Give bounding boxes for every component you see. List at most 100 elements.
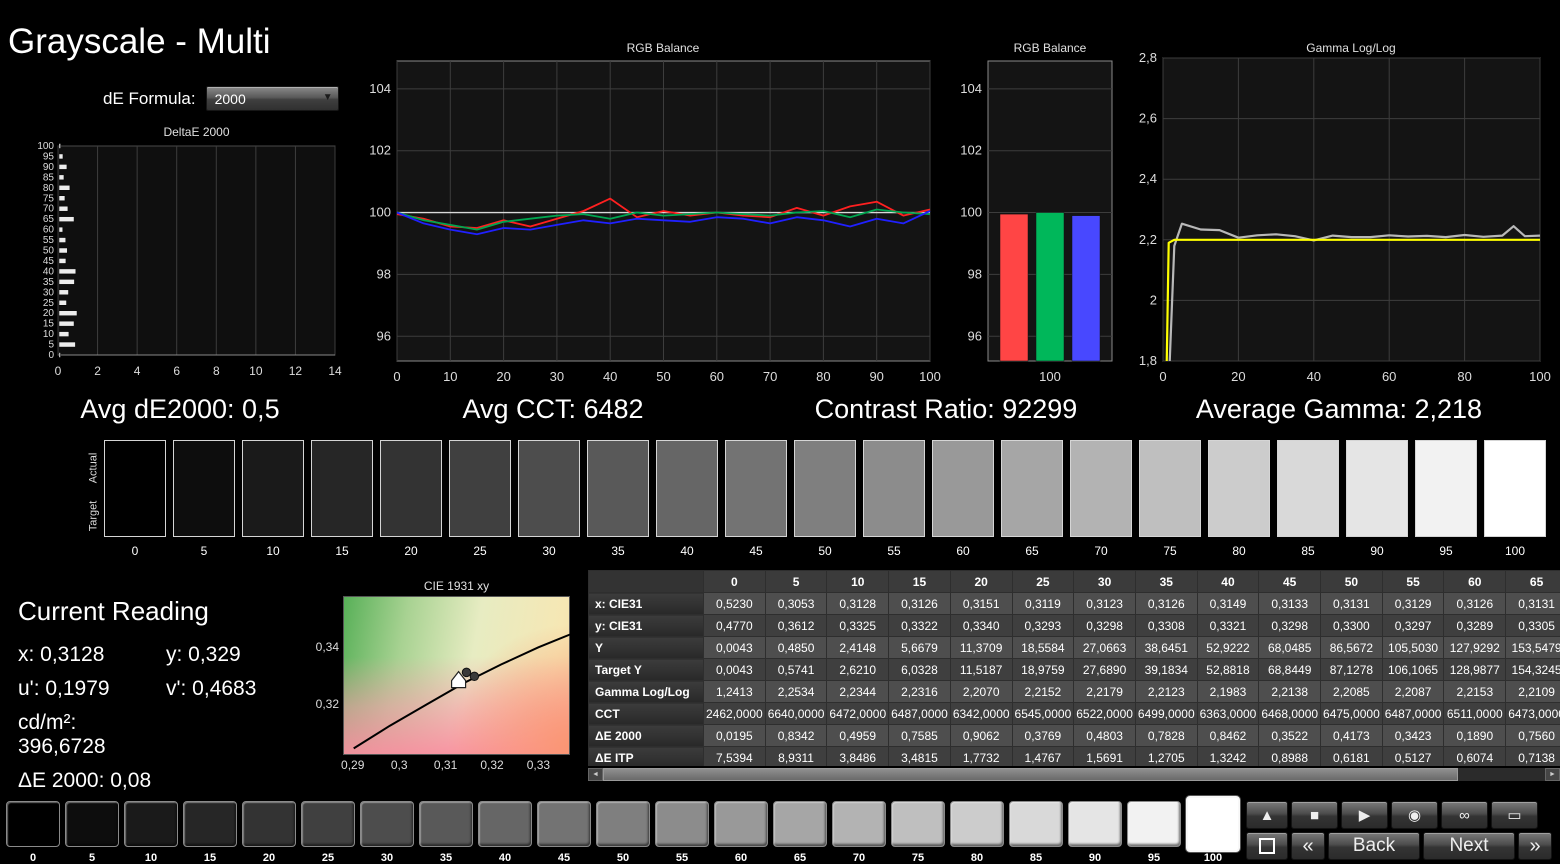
table-cell: 0,3131: [1505, 592, 1560, 615]
current-reading-title: Current Reading: [18, 596, 209, 626]
table-cell: 38,6451: [1134, 636, 1198, 659]
table-cell: 6640,0000: [764, 702, 828, 725]
table-cell: 0,3126: [1134, 592, 1198, 615]
patch-tile-85[interactable]: [1009, 801, 1063, 847]
scrollbar-right-arrow[interactable]: ►: [1545, 768, 1560, 781]
table-col-header: 10: [826, 570, 890, 593]
table-cell: 1,7732: [949, 746, 1013, 766]
stop-button[interactable]: ■: [1291, 801, 1338, 829]
patch-tile-60[interactable]: [714, 801, 768, 847]
rgb-line-chart-title: RGB Balance: [626, 41, 700, 55]
record-button[interactable]: ◉: [1391, 801, 1438, 829]
patch-tile-15[interactable]: [183, 801, 237, 847]
patch-tile-40[interactable]: [478, 801, 532, 847]
grayscale-swatch-80: [1208, 440, 1270, 537]
table-cell: 0,3340: [949, 614, 1013, 637]
swatch-level-label: 15: [335, 544, 349, 558]
table-cell: 1,2413: [703, 680, 766, 703]
next-button[interactable]: Next: [1423, 832, 1515, 860]
svg-text:14: 14: [328, 364, 342, 378]
back-button[interactable]: Back: [1328, 832, 1420, 860]
swatch-level-label: 65: [1025, 544, 1039, 558]
patch-label: 70: [852, 852, 866, 864]
table-col-header: 60: [1443, 570, 1507, 593]
svg-text:50: 50: [656, 369, 670, 384]
svg-text:100: 100: [37, 141, 54, 152]
patch-tile-30[interactable]: [360, 801, 414, 847]
deltae-histogram-chart: DeltaE 2000 0 2 4 6 8 10 12 14 100 95 90 85 80 75 70 65…: [10, 124, 345, 386]
svg-text:10: 10: [43, 329, 55, 340]
table-scrollbar[interactable]: ◄ ►: [588, 768, 1560, 781]
table-cell: 0,0195: [703, 724, 766, 747]
table-cell: 0,8988: [1258, 746, 1322, 766]
patch-tile-0[interactable]: [6, 801, 60, 847]
svg-text:25: 25: [43, 298, 55, 309]
table-cell: 27,0663: [1073, 636, 1136, 659]
patch-tile-50[interactable]: [596, 801, 650, 847]
patch-tile-25[interactable]: [301, 801, 355, 847]
svg-text:10: 10: [443, 369, 457, 384]
next-chevron-button[interactable]: »: [1518, 832, 1552, 860]
patch-tile-10[interactable]: [124, 801, 178, 847]
play-button[interactable]: ▶: [1341, 801, 1388, 829]
patch-tile-55[interactable]: [655, 801, 709, 847]
prev-chevron-button[interactable]: «: [1291, 832, 1325, 860]
patch-tile-100[interactable]: [1186, 796, 1240, 852]
patch-tile-35[interactable]: [419, 801, 473, 847]
table-cell: 11,3709: [949, 636, 1013, 659]
patch-tile-90[interactable]: [1068, 801, 1122, 847]
scrollbar-track[interactable]: [1458, 768, 1545, 781]
table-row-label: CCT: [588, 702, 704, 725]
grayscale-swatch-35: [587, 440, 649, 537]
swatch-level-label: 75: [1163, 544, 1177, 558]
svg-text:100: 100: [1039, 369, 1061, 384]
table-col-header: 45: [1258, 570, 1322, 593]
table-cell: 0,3289: [1443, 614, 1507, 637]
patch-tile-20[interactable]: [242, 801, 296, 847]
stop-icon: ■: [1309, 806, 1320, 824]
patch-tile-95[interactable]: [1127, 801, 1181, 847]
svg-text:5: 5: [48, 340, 54, 351]
eject-button[interactable]: ▲: [1246, 801, 1288, 829]
table-cell: 2,2123: [1134, 680, 1198, 703]
table-row: ΔE 2000 0,0195 0,8342 0,4959 0,7585 0,9062 0,3…: [588, 724, 1560, 747]
table-col-header: 25: [1011, 570, 1075, 593]
table-col-header: 30: [1073, 570, 1136, 593]
patch-label: 35: [439, 852, 453, 864]
patch-tile-80[interactable]: [950, 801, 1004, 847]
table-col-header: 65: [1505, 570, 1560, 593]
table-cell: 6522,0000: [1073, 702, 1136, 725]
svg-text:30: 30: [43, 287, 55, 298]
patch-tile-45[interactable]: [537, 801, 591, 847]
swatch-level-label: 20: [404, 544, 418, 558]
svg-text:70: 70: [43, 204, 55, 215]
next-chevron-icon: »: [1529, 834, 1541, 857]
loop-button[interactable]: ∞: [1441, 801, 1488, 829]
table-col-header: 20: [949, 570, 1013, 593]
patch-tile-70[interactable]: [832, 801, 886, 847]
svg-text:104: 104: [369, 81, 391, 96]
pattern-window-button[interactable]: ▭: [1491, 801, 1538, 829]
cie-y-tick: 0,34: [315, 640, 339, 655]
de-formula-dropdown[interactable]: 2000 ▼: [205, 86, 339, 111]
patch-tile-65[interactable]: [773, 801, 827, 847]
table-cell: 0,3325: [826, 614, 890, 637]
current-patch-button[interactable]: [1246, 832, 1288, 860]
scrollbar-thumb[interactable]: [603, 768, 1458, 781]
table-cell: 6475,0000: [1320, 702, 1383, 725]
svg-text:85: 85: [43, 172, 55, 183]
svg-text:50: 50: [43, 246, 55, 257]
de-formula-row: dE Formula: 2000 ▼: [103, 86, 339, 111]
svg-text:1,8: 1,8: [1139, 353, 1157, 368]
grayscale-swatch-15: [311, 440, 373, 537]
table-cell: 18,5584: [1011, 636, 1075, 659]
patch-label: 10: [144, 852, 158, 864]
table-cell: 154,3245: [1505, 658, 1560, 681]
patch-tile-75[interactable]: [891, 801, 945, 847]
swatch-level-label: 10: [266, 544, 280, 558]
scrollbar-left-arrow[interactable]: ◄: [588, 768, 603, 781]
table-cell: 0,3321: [1196, 614, 1260, 637]
svg-text:2,4: 2,4: [1139, 171, 1157, 186]
patch-tile-5[interactable]: [65, 801, 119, 847]
table-cell: 6468,0000: [1258, 702, 1322, 725]
